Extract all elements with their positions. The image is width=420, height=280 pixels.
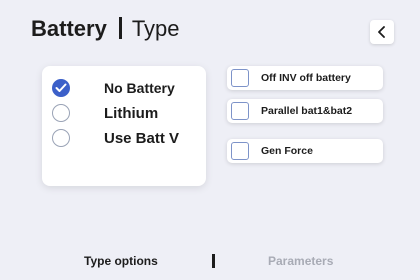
checkbox-unchecked-icon <box>231 69 249 87</box>
radio-option-no-battery[interactable]: No Battery <box>52 76 202 100</box>
page-title-main: Battery <box>31 16 107 41</box>
back-button[interactable] <box>370 20 394 44</box>
checkbox-label: Gen Force <box>261 145 313 157</box>
tab-parameters[interactable]: Parameters <box>268 254 333 268</box>
page-title: Battery Type <box>31 14 180 44</box>
tab-type-options[interactable]: Type options <box>84 254 158 268</box>
page-title-sub: Type <box>131 16 180 41</box>
radio-checked-icon <box>52 79 70 97</box>
tab-divider <box>212 254 215 268</box>
radio-option-label: Lithium <box>104 104 159 122</box>
chevron-left-icon <box>378 26 385 38</box>
checkbox-gen-force[interactable]: Gen Force <box>227 139 383 163</box>
checkbox-label: Off INV off battery <box>261 72 351 84</box>
radio-unchecked-icon <box>52 129 70 147</box>
radio-option-lithium[interactable]: Lithium <box>52 101 202 125</box>
checkbox-label: Parallel bat1&bat2 <box>261 105 353 117</box>
checkbox-parallel-bat1-bat2[interactable]: Parallel bat1&bat2 <box>227 99 383 123</box>
radio-unchecked-icon <box>52 104 70 122</box>
checkbox-unchecked-icon <box>231 102 249 120</box>
title-divider <box>118 17 122 39</box>
checkbox-off-inv-off-battery[interactable]: Off INV off battery <box>227 66 383 90</box>
radio-option-label: No Battery <box>104 80 175 96</box>
checkbox-unchecked-icon <box>231 142 249 160</box>
radio-option-label: Use Batt V <box>104 129 180 147</box>
radio-option-use-batt-v[interactable]: Use Batt V <box>52 126 202 150</box>
battery-type-card: No Battery Lithium Use Batt V <box>42 66 206 186</box>
